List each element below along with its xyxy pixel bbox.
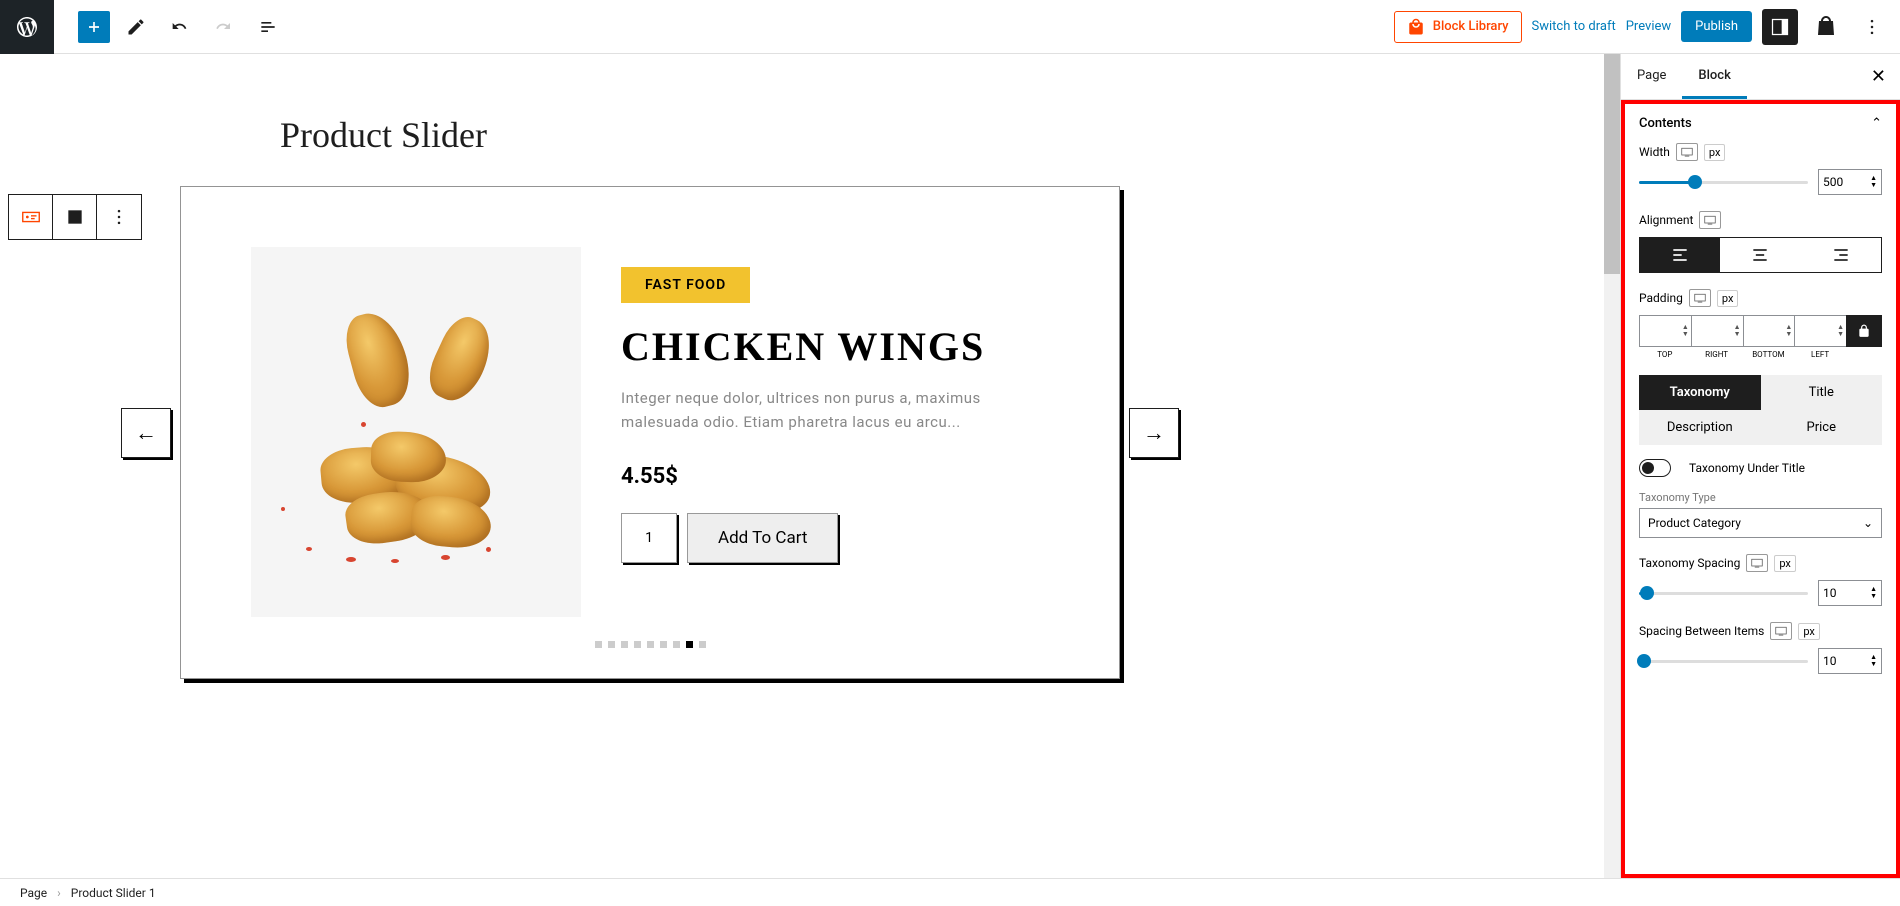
block-align-button[interactable] xyxy=(53,195,97,239)
chevron-down-icon: ⌄ xyxy=(1863,516,1873,530)
more-options-button[interactable] xyxy=(1854,9,1890,45)
slider-dot[interactable] xyxy=(673,641,680,648)
slider-next-button[interactable]: → xyxy=(1129,408,1179,458)
block-toolbar xyxy=(8,194,142,240)
product-category-tag: FAST FOOD xyxy=(621,267,750,303)
editor-canvas[interactable]: Product Slider ← → xyxy=(0,54,1620,878)
alignment-label: Alignment xyxy=(1639,213,1693,227)
add-to-cart-button[interactable]: Add To Cart xyxy=(687,513,838,563)
slider-dot[interactable] xyxy=(634,641,641,648)
taxonomy-type-label: Taxonomy Type xyxy=(1639,491,1882,504)
pad-bottom-label: BOTTOM xyxy=(1743,350,1795,359)
taxonomy-spacing-input[interactable]: 10 ▲▼ xyxy=(1818,580,1882,606)
device-icon[interactable] xyxy=(1676,143,1698,161)
quantity-input[interactable]: 1 xyxy=(621,513,677,563)
breadcrumb-separator: › xyxy=(57,886,61,900)
close-sidebar-button[interactable]: ✕ xyxy=(1857,66,1900,87)
redo-button[interactable] xyxy=(206,9,242,45)
product-title: CHICKEN WINGS xyxy=(621,323,1049,370)
product-image xyxy=(251,247,581,617)
tab-block[interactable]: Block xyxy=(1682,54,1746,99)
tab-page[interactable]: Page xyxy=(1621,54,1682,99)
device-icon[interactable] xyxy=(1689,289,1711,307)
pad-top-label: TOP xyxy=(1639,350,1691,359)
spacing-between-unit[interactable]: px xyxy=(1798,623,1820,640)
padding-right-input[interactable]: ▲▼ xyxy=(1691,315,1743,347)
align-center-button[interactable] xyxy=(1720,238,1800,272)
page-title[interactable]: Product Slider xyxy=(280,114,1580,156)
block-type-icon[interactable] xyxy=(9,195,53,239)
width-number-input[interactable]: 500 ▲▼ xyxy=(1818,169,1882,195)
slider-dot[interactable] xyxy=(595,641,602,648)
width-label: Width xyxy=(1639,145,1670,159)
spacing-between-input[interactable]: 10 ▲▼ xyxy=(1818,648,1882,674)
pad-right-label: RIGHT xyxy=(1691,350,1743,359)
padding-lock-button[interactable] xyxy=(1846,315,1882,347)
taxonomy-under-title-label: Taxonomy Under Title xyxy=(1689,461,1805,475)
settings-sidebar: Page Block ✕ Contents ⌃ Width px xyxy=(1620,54,1900,878)
block-library-label: Block Library xyxy=(1433,19,1509,34)
subtab-title[interactable]: Title xyxy=(1761,375,1883,410)
product-price: 4.55$ xyxy=(621,464,1049,489)
slider-dot[interactable] xyxy=(660,641,667,648)
block-more-button[interactable] xyxy=(97,195,141,239)
taxonomy-type-select[interactable]: Product Category ⌄ xyxy=(1639,508,1882,538)
breadcrumb-page[interactable]: Page xyxy=(20,886,47,900)
width-slider[interactable] xyxy=(1639,181,1808,184)
chevron-up-icon: ⌃ xyxy=(1871,116,1882,131)
device-icon[interactable] xyxy=(1770,622,1792,640)
padding-top-input[interactable]: ▲▼ xyxy=(1639,315,1691,347)
add-block-button[interactable] xyxy=(78,11,110,43)
block-library-button[interactable]: Block Library xyxy=(1394,11,1522,43)
switch-to-draft-button[interactable]: Switch to draft xyxy=(1532,19,1616,34)
breadcrumb: Page › Product Slider 1 xyxy=(0,878,1900,906)
product-slider-block[interactable]: ← → xyxy=(180,186,1120,679)
editor-scrollbar[interactable] xyxy=(1604,54,1620,878)
spacing-between-label: Spacing Between Items xyxy=(1639,624,1764,638)
spacing-between-slider[interactable] xyxy=(1639,660,1808,663)
settings-sidebar-toggle[interactable] xyxy=(1762,9,1798,45)
publish-button[interactable]: Publish xyxy=(1681,11,1752,42)
preview-button[interactable]: Preview xyxy=(1626,19,1671,34)
cart-icon[interactable] xyxy=(1808,9,1844,45)
subtab-description[interactable]: Description xyxy=(1639,410,1761,445)
slider-prev-button[interactable]: ← xyxy=(121,408,171,458)
list-view-button[interactable] xyxy=(250,9,286,45)
taxonomy-under-title-toggle[interactable] xyxy=(1639,459,1671,477)
slider-dot[interactable] xyxy=(686,641,693,648)
product-description: Integer neque dolor, ultrices non purus … xyxy=(621,386,1049,434)
panel-contents-header[interactable]: Contents ⌃ xyxy=(1625,104,1896,143)
slider-dot[interactable] xyxy=(608,641,615,648)
device-icon[interactable] xyxy=(1699,211,1721,229)
undo-button[interactable] xyxy=(162,9,198,45)
slider-dot[interactable] xyxy=(621,641,628,648)
pad-left-label: LEFT xyxy=(1794,350,1846,359)
wordpress-logo[interactable] xyxy=(0,0,54,54)
slider-dot[interactable] xyxy=(699,641,706,648)
slider-dot[interactable] xyxy=(647,641,654,648)
taxonomy-spacing-slider[interactable] xyxy=(1639,592,1808,595)
slider-pagination xyxy=(251,641,1049,648)
subtab-taxonomy[interactable]: Taxonomy xyxy=(1639,375,1761,410)
taxonomy-spacing-unit[interactable]: px xyxy=(1774,555,1796,572)
taxonomy-spacing-label: Taxonomy Spacing xyxy=(1639,556,1740,570)
device-icon[interactable] xyxy=(1746,554,1768,572)
panel-contents-title: Contents xyxy=(1639,116,1692,131)
align-right-button[interactable] xyxy=(1801,238,1881,272)
padding-unit[interactable]: px xyxy=(1717,290,1739,307)
top-toolbar: Block Library Switch to draft Preview Pu… xyxy=(0,0,1900,54)
padding-left-input[interactable]: ▲▼ xyxy=(1794,315,1846,347)
edit-tool-button[interactable] xyxy=(118,9,154,45)
breadcrumb-block[interactable]: Product Slider 1 xyxy=(71,886,156,900)
padding-label: Padding xyxy=(1639,291,1683,305)
subtab-price[interactable]: Price xyxy=(1761,410,1883,445)
padding-bottom-input[interactable]: ▲▼ xyxy=(1743,315,1795,347)
align-left-button[interactable] xyxy=(1640,238,1720,272)
width-unit[interactable]: px xyxy=(1704,144,1726,161)
